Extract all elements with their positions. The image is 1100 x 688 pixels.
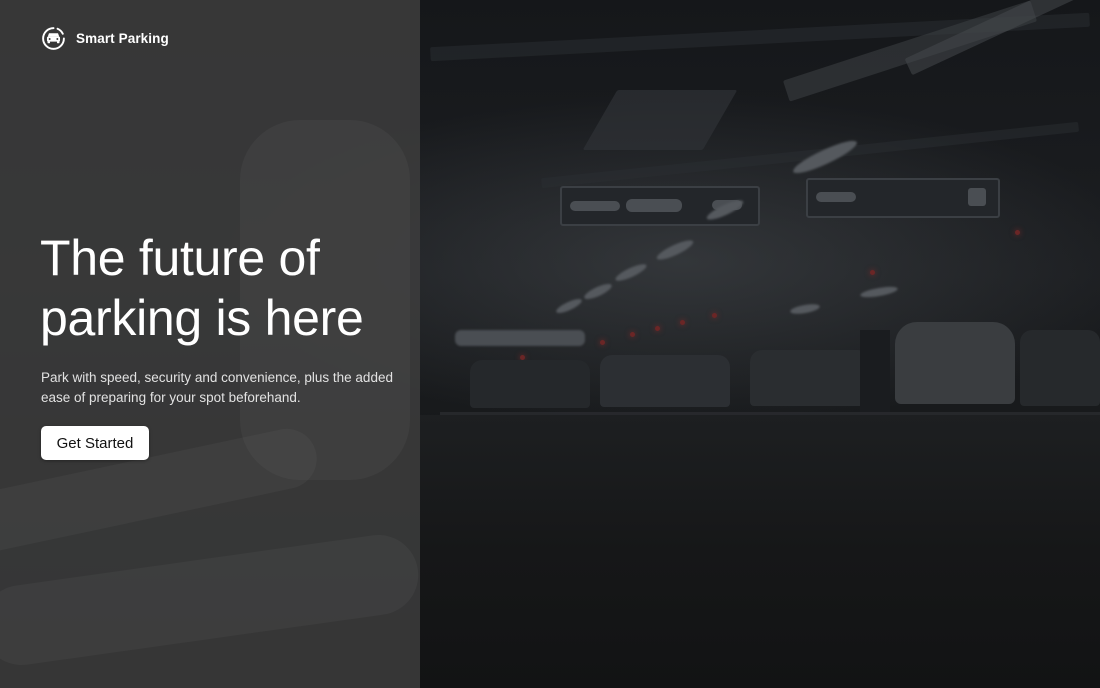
- hero-title: The future of parking is here: [40, 228, 410, 348]
- parked-car: [750, 350, 870, 406]
- ceiling-light-panel: [582, 90, 738, 150]
- parked-car: [895, 322, 1015, 404]
- parked-car: [600, 355, 730, 407]
- parked-car: [1020, 330, 1100, 406]
- ceiling-light: [455, 330, 585, 346]
- ceiling-light: [582, 281, 614, 302]
- ceiling-light: [613, 261, 649, 284]
- brand[interactable]: Smart Parking: [41, 26, 169, 51]
- panel-background-shape: [0, 530, 423, 670]
- get-started-button[interactable]: Get Started: [41, 426, 149, 460]
- hero-title-line: parking is here: [40, 290, 364, 346]
- ceiling-light: [789, 302, 821, 316]
- brand-name: Smart Parking: [76, 31, 169, 46]
- hero-subtitle: Park with speed, security and convenienc…: [41, 368, 401, 408]
- ceiling-light: [654, 237, 696, 263]
- parked-car: [470, 360, 590, 408]
- hero-subtitle-line: Park with speed, security and convenienc…: [41, 370, 393, 385]
- hero-title-line: The future of: [40, 230, 320, 286]
- hanging-sign: [806, 178, 1000, 218]
- hero-subtitle-line: ease of preparing for your spot beforeha…: [41, 390, 301, 405]
- pillar: [860, 330, 890, 415]
- garage-floor: [420, 415, 1100, 688]
- ceiling-light: [859, 284, 899, 300]
- ceiling-light: [554, 296, 584, 316]
- landing-page: Smart Parking The future of parking is h…: [0, 0, 1100, 688]
- car-circle-icon: [42, 27, 65, 50]
